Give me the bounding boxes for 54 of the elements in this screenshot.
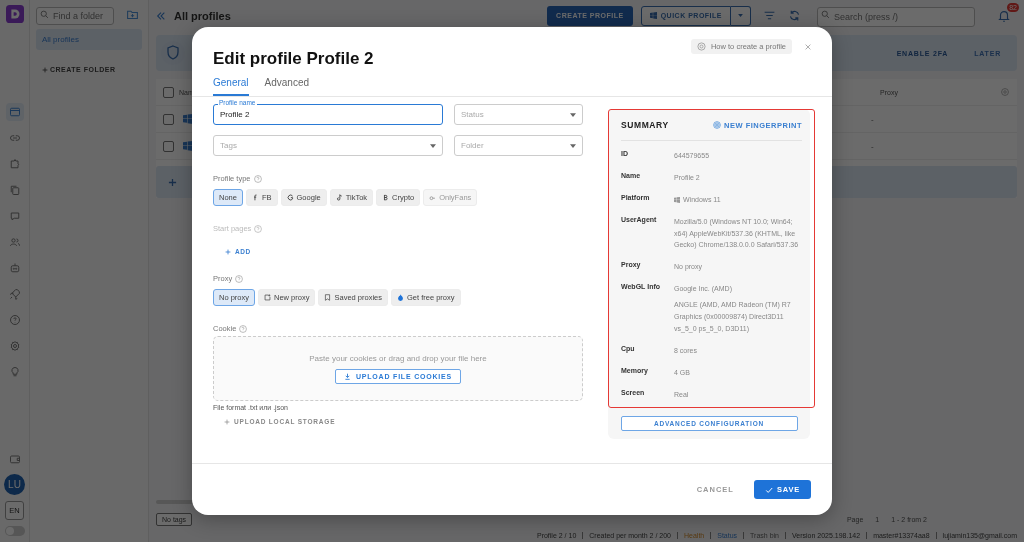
facebook-icon [251,194,259,201]
caret-icon [570,143,576,148]
table-cell-text: - [871,114,875,124]
plus-icon [225,248,231,255]
music-note-icon [335,194,343,201]
checkbox[interactable] [163,140,174,152]
help-icon [235,274,244,283]
dialog-title: Edit profile Profile 2 [213,49,374,69]
caret-icon [738,14,743,17]
help-icon [253,174,262,183]
summary-title: SUMMARY [621,120,669,130]
windows-icon [183,114,193,124]
search-icon [821,10,830,19]
refresh-icon[interactable] [788,9,801,22]
filter-icon[interactable] [763,9,776,22]
page-title: All profiles [174,9,231,22]
plus-icon [168,177,177,187]
close-icon[interactable] [804,43,812,51]
checkbox[interactable] [163,86,174,98]
bookmark-icon [324,294,332,301]
select-field[interactable]: Tags [213,135,443,156]
user-avatar[interactable]: LU [4,474,25,495]
fingerprint-icon [713,121,722,129]
drop-hint: Paste your cookies or drag and drop your file here [309,353,487,363]
windows-icon [183,141,193,151]
settings-icon[interactable] [1000,87,1010,97]
browser-window-icon[interactable] [5,103,24,121]
collapse-icon[interactable] [156,10,166,21]
help-icon [254,224,263,233]
flame-icon [397,294,404,301]
check-icon [764,485,773,494]
tab[interactable]: Advanced [264,77,310,96]
add-icon [264,294,271,301]
key-icon [429,194,437,201]
table-cell-text: - [871,141,875,151]
app-logo-icon [5,5,24,23]
bitcoin-icon [382,194,390,201]
google-icon [286,194,294,201]
checkbox[interactable] [163,113,174,125]
help-icon [239,324,248,333]
windows-icon [674,196,680,203]
windows-icon [649,12,657,19]
select-field[interactable]: Status [454,104,583,125]
notification-bell-icon[interactable] [997,8,1011,23]
caret-button[interactable] [731,5,751,26]
lifebuoy-icon [696,42,706,51]
caret-icon [430,143,436,148]
select-field[interactable]: Folder [454,135,583,156]
plus-icon [42,66,48,73]
search-icon [40,9,49,19]
download-icon [343,372,351,380]
tab[interactable]: General [213,77,249,96]
plus-icon [224,418,230,425]
caret-icon [570,112,576,117]
